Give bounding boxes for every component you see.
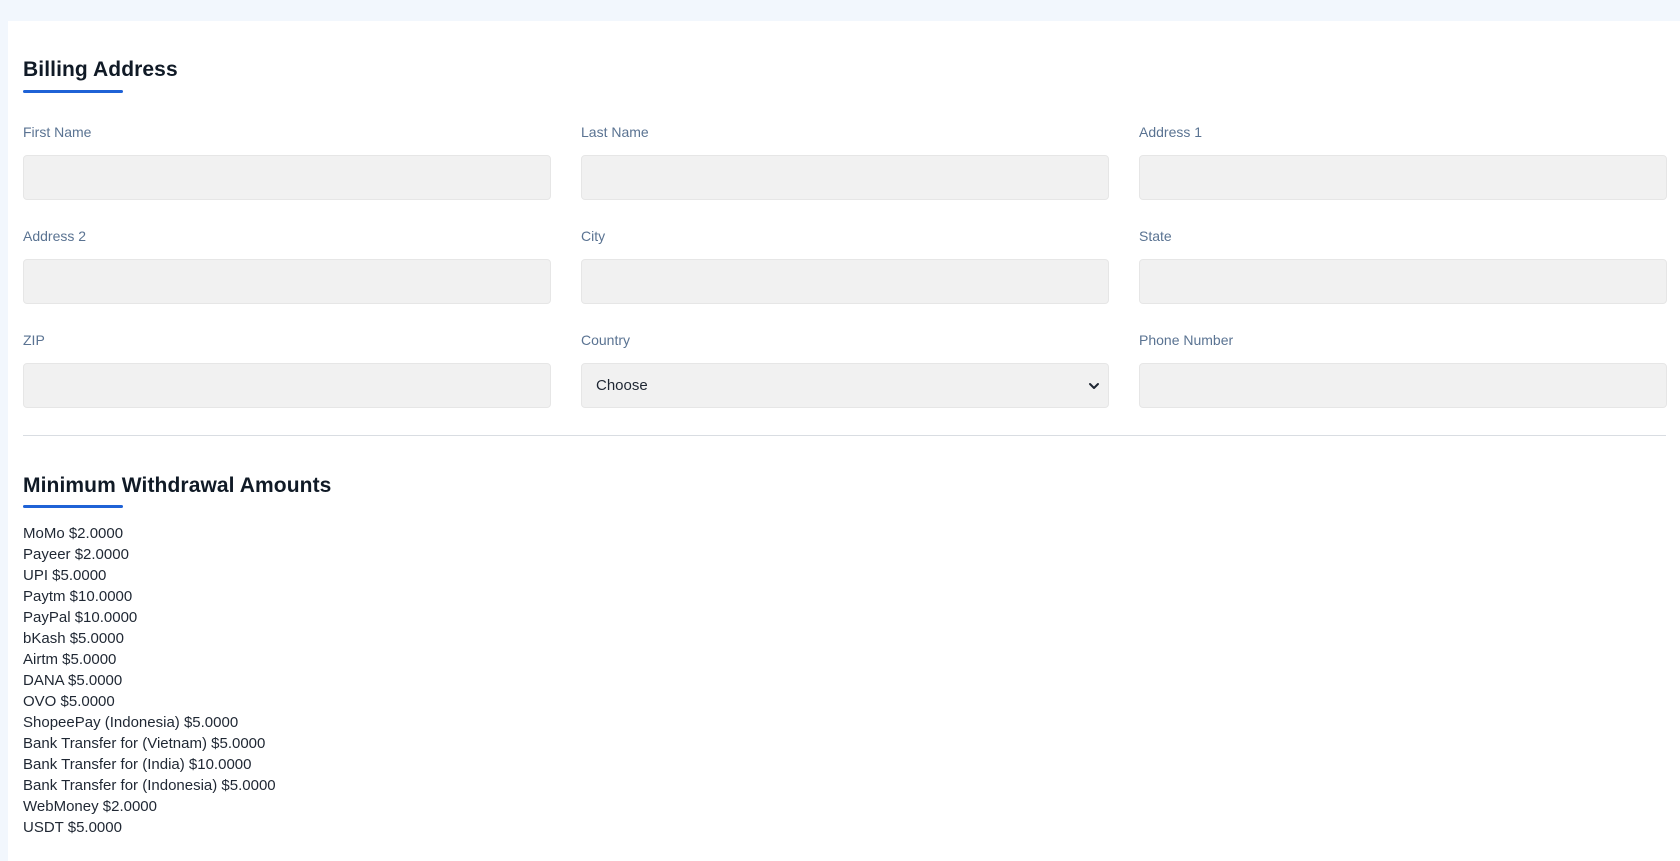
state-field-group: State bbox=[1139, 228, 1667, 304]
address1-field-group: Address 1 bbox=[1139, 124, 1667, 200]
state-input[interactable] bbox=[1139, 259, 1667, 304]
first-name-input[interactable] bbox=[23, 155, 551, 200]
city-label: City bbox=[581, 228, 606, 244]
last-name-label: Last Name bbox=[581, 124, 649, 140]
zip-field-group: ZIP bbox=[23, 332, 551, 408]
address2-field-group: Address 2 bbox=[23, 228, 551, 304]
billing-panel: Billing Address First Name Last Name Add… bbox=[8, 21, 1680, 861]
list-item: Bank Transfer for (India) $10.0000 bbox=[23, 756, 252, 773]
list-item: Airtm $5.0000 bbox=[23, 651, 117, 668]
withdrawal-title-underline bbox=[23, 505, 123, 508]
country-select[interactable]: Choose bbox=[581, 363, 1109, 408]
billing-address-title: Billing Address bbox=[23, 58, 178, 81]
list-item: PayPal $10.0000 bbox=[23, 609, 138, 626]
city-field-group: City bbox=[581, 228, 1109, 304]
first-name-label: First Name bbox=[23, 124, 92, 140]
list-item: Payeer $2.0000 bbox=[23, 546, 129, 563]
list-item: WebMoney $2.0000 bbox=[23, 798, 157, 815]
list-item: UPI $5.0000 bbox=[23, 567, 107, 584]
list-item: DANA $5.0000 bbox=[23, 672, 123, 689]
city-input[interactable] bbox=[581, 259, 1109, 304]
zip-label: ZIP bbox=[23, 332, 45, 348]
zip-input[interactable] bbox=[23, 363, 551, 408]
last-name-field-group: Last Name bbox=[581, 124, 1109, 200]
address2-input[interactable] bbox=[23, 259, 551, 304]
first-name-field-group: First Name bbox=[23, 124, 551, 200]
list-item: Bank Transfer for (Indonesia) $5.0000 bbox=[23, 777, 276, 794]
country-select-value: Choose bbox=[596, 377, 648, 394]
list-item: ShopeePay (Indonesia) $5.0000 bbox=[23, 714, 239, 731]
chevron-down-icon bbox=[1089, 382, 1099, 389]
list-item: MoMo $2.0000 bbox=[23, 525, 124, 542]
list-item: USDT $5.0000 bbox=[23, 819, 122, 836]
country-field-group: Country Choose bbox=[581, 332, 1109, 408]
section-divider bbox=[23, 435, 1666, 436]
list-item: OVO $5.0000 bbox=[23, 693, 115, 710]
billing-form: First Name Last Name Address 1 Address 2… bbox=[23, 124, 1667, 408]
address1-label: Address 1 bbox=[1139, 124, 1203, 140]
phone-number-input[interactable] bbox=[1139, 363, 1667, 408]
withdrawal-list: MoMo $2.0000 Payeer $2.0000 UPI $5.0000 … bbox=[23, 523, 276, 838]
withdrawal-title: Minimum Withdrawal Amounts bbox=[23, 474, 332, 497]
phone-field-group: Phone Number bbox=[1139, 332, 1667, 408]
address2-label: Address 2 bbox=[23, 228, 87, 244]
phone-number-label: Phone Number bbox=[1139, 332, 1234, 348]
list-item: bKash $5.0000 bbox=[23, 630, 124, 647]
last-name-input[interactable] bbox=[581, 155, 1109, 200]
list-item: Bank Transfer for (Vietnam) $5.0000 bbox=[23, 735, 266, 752]
country-label: Country bbox=[581, 332, 631, 348]
list-item: Paytm $10.0000 bbox=[23, 588, 133, 605]
billing-title-underline bbox=[23, 90, 123, 93]
state-label: State bbox=[1139, 228, 1172, 244]
address1-input[interactable] bbox=[1139, 155, 1667, 200]
